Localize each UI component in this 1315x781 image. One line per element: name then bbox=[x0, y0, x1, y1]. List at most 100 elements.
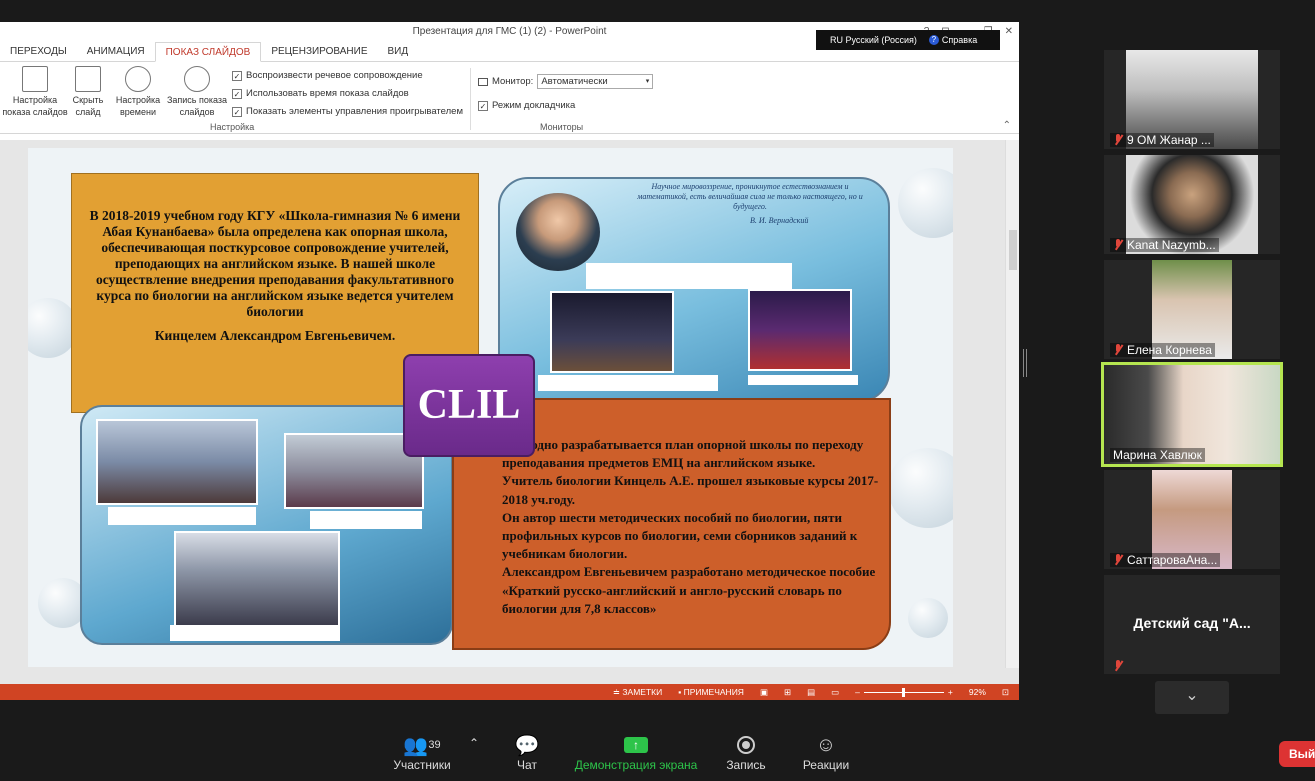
ribbon: Настройка показа слайдов Скрыть слайд На… bbox=[0, 62, 1019, 134]
reactions-icon: ☺ bbox=[815, 733, 837, 756]
photo-caption bbox=[538, 375, 718, 391]
zoom-level[interactable]: 92% bbox=[969, 687, 986, 697]
slide-editor: В 2018-2019 учебном году КГУ «Школа-гимн… bbox=[0, 140, 1019, 684]
mic-muted-icon bbox=[1113, 554, 1123, 566]
participant-name: Марина Хавлюк bbox=[1113, 448, 1202, 462]
reactions-button[interactable]: ☺ Реакции bbox=[800, 732, 852, 773]
share-screen-button[interactable]: ↑ Демонстрация экрана bbox=[572, 732, 700, 772]
slide[interactable]: В 2018-2019 учебном году КГУ «Школа-гимн… bbox=[28, 148, 953, 667]
notes-button[interactable]: ≐ ЗАМЕТКИ bbox=[613, 687, 662, 698]
zoom-slider[interactable]: – + bbox=[855, 687, 953, 697]
clil-badge: CLIL bbox=[403, 354, 535, 457]
reading-view-icon[interactable]: ▤ bbox=[807, 687, 815, 698]
media-controls-checkbox[interactable]: ✓ Показать элементы управления проигрыват… bbox=[232, 106, 463, 117]
photo-caption bbox=[170, 625, 340, 641]
monitor-value: Автоматически bbox=[541, 76, 608, 87]
events-collage bbox=[80, 405, 453, 645]
chevron-down-icon: ⌄ bbox=[1185, 687, 1199, 704]
participant-tile-active-speaker[interactable]: Марина Хавлюк bbox=[1101, 362, 1283, 467]
presenter-view-checkbox[interactable]: ✓ Режим докладчика bbox=[478, 100, 575, 111]
photo-caption bbox=[748, 375, 858, 385]
participant-name: Детский сад "А... bbox=[1133, 615, 1251, 631]
share-screen-label: Демонстрация экрана bbox=[574, 758, 698, 772]
teacher-name: Кинцелем Александром Евгеньевичем. bbox=[154, 328, 396, 343]
mic-muted-icon bbox=[1113, 344, 1123, 356]
participant-tile[interactable]: СаттароваАна... bbox=[1104, 470, 1280, 569]
timings-checkbox[interactable]: ✓ Использовать время показа слайдов bbox=[232, 88, 409, 99]
tab-transitions[interactable]: ПЕРЕХОДЫ bbox=[0, 42, 77, 62]
mic-muted-icon bbox=[1113, 239, 1123, 251]
participant-name: Елена Корнева bbox=[1127, 343, 1212, 357]
close-button[interactable]: ✕ bbox=[1005, 22, 1013, 42]
fit-slide-icon[interactable]: ⊡ bbox=[1002, 687, 1009, 698]
rehearse-timings-button[interactable]: Настройка времени bbox=[112, 66, 164, 118]
stage-photo bbox=[748, 289, 852, 371]
narration-checkbox[interactable]: ✓ Воспроизвести речевое сопровождение bbox=[232, 70, 423, 81]
media-controls-label: Показать элементы управления проигрывате… bbox=[246, 106, 464, 117]
chat-button[interactable]: 💬 Чат bbox=[507, 732, 547, 773]
normal-view-icon[interactable]: ▣ bbox=[760, 687, 768, 698]
participant-tile[interactable]: Kanat Nazymb... bbox=[1104, 155, 1280, 254]
award-photo bbox=[550, 291, 674, 373]
help-icon: ? bbox=[928, 35, 939, 45]
window-title: Презентация для ГМС (1) (2) - PowerPoint bbox=[412, 26, 607, 37]
participant-tile[interactable]: 9 ОМ Жанар ... bbox=[1104, 50, 1280, 149]
timings-label: Использовать время показа слайдов bbox=[246, 88, 409, 99]
participants-options-button[interactable]: ⌃ bbox=[466, 736, 482, 750]
tab-view[interactable]: ВИД bbox=[377, 42, 418, 62]
comments-label: ПРИМЕЧАНИЯ bbox=[683, 687, 744, 697]
tab-slide-show[interactable]: ПОКАЗ СЛАЙДОВ bbox=[154, 42, 262, 62]
photo-caption bbox=[586, 263, 792, 289]
participant-name: Kanat Nazymb... bbox=[1127, 238, 1216, 252]
sorter-view-icon[interactable]: ⊞ bbox=[784, 687, 791, 698]
participants-count: 39 bbox=[428, 739, 441, 751]
help-link[interactable]: ? Справка bbox=[928, 30, 978, 50]
chevron-up-icon: ⌃ bbox=[468, 736, 480, 750]
participants-button[interactable]: 👥 39 Участники bbox=[392, 732, 452, 773]
photo-caption bbox=[108, 507, 256, 525]
tab-animation[interactable]: АНИМАЦИЯ bbox=[77, 42, 155, 62]
group-setup-label: Настройка bbox=[210, 122, 255, 132]
decor-bubble bbox=[888, 448, 953, 528]
participant-name-tag: Марина Хавлюк bbox=[1110, 448, 1205, 462]
vertical-scrollbar[interactable] bbox=[1005, 140, 1019, 668]
record-show-button[interactable]: Запись показа слайдов bbox=[164, 66, 230, 118]
scrollbar-thumb[interactable] bbox=[1009, 230, 1017, 270]
participant-tile[interactable]: Детский сад "А... bbox=[1104, 575, 1280, 674]
record-button[interactable]: Запись bbox=[722, 732, 770, 772]
setup-show-icon bbox=[22, 66, 48, 92]
participant-name: СаттароваАна... bbox=[1127, 553, 1218, 567]
panel-resize-handle[interactable] bbox=[1023, 349, 1027, 377]
hide-slide-button[interactable]: Скрыть слайд bbox=[68, 66, 108, 118]
participant-name-tag: 9 ОМ Жанар ... bbox=[1110, 133, 1214, 147]
mic-muted-icon bbox=[1113, 660, 1123, 672]
participants-icon: 👥 39 bbox=[403, 734, 441, 757]
participant-tile[interactable]: Елена Корнева bbox=[1104, 260, 1280, 359]
notes-label: ЗАМЕТКИ bbox=[622, 686, 663, 697]
group-photo bbox=[96, 419, 258, 505]
setup-show-label: Настройка показа слайдов bbox=[2, 95, 68, 117]
scroll-participants-button[interactable]: ⌄ bbox=[1155, 681, 1229, 714]
participant-name-tag: Kanat Nazymb... bbox=[1110, 238, 1219, 252]
participant-name-tag: СаттароваАна... bbox=[1110, 553, 1221, 567]
help-label: Справка bbox=[941, 35, 978, 45]
quote-author: В. И. Вернадский bbox=[750, 216, 809, 225]
comments-button[interactable]: ▪ ПРИМЕЧАНИЯ bbox=[678, 687, 744, 697]
language-bar: RU Русский (Россия) ? Справка bbox=[816, 30, 1000, 50]
setup-show-button[interactable]: Настройка показа слайдов bbox=[2, 66, 68, 118]
monitor-select[interactable]: Автоматически ▾ bbox=[537, 74, 654, 89]
tab-review[interactable]: РЕЦЕНЗИРОВАНИЕ bbox=[261, 42, 377, 62]
language-indicator[interactable]: RU Русский (Россия) bbox=[830, 30, 917, 50]
collapse-ribbon-icon[interactable]: ⌃ bbox=[1003, 120, 1011, 131]
meeting-toolbar: 👥 39 Участники ⌃ 💬 Чат ↑ Демонстрация экр… bbox=[0, 718, 1315, 781]
checkmark-icon: ✓ bbox=[478, 100, 488, 111]
checkmark-icon: ✓ bbox=[232, 70, 242, 81]
powerpoint-window: Презентация для ГМС (1) (2) - PowerPoint… bbox=[0, 22, 1019, 700]
leave-meeting-button[interactable]: Вый bbox=[1279, 741, 1315, 767]
narration-label: Воспроизвести речевое сопровождение bbox=[246, 70, 423, 81]
slideshow-view-icon[interactable]: ▭ bbox=[831, 687, 839, 698]
chat-label: Чат bbox=[517, 758, 537, 772]
participant-name-tag bbox=[1110, 660, 1126, 672]
teacher-collage: Научное мировоззрение, проникнутое естес… bbox=[498, 177, 890, 402]
checkmark-icon: ✓ bbox=[232, 88, 242, 99]
